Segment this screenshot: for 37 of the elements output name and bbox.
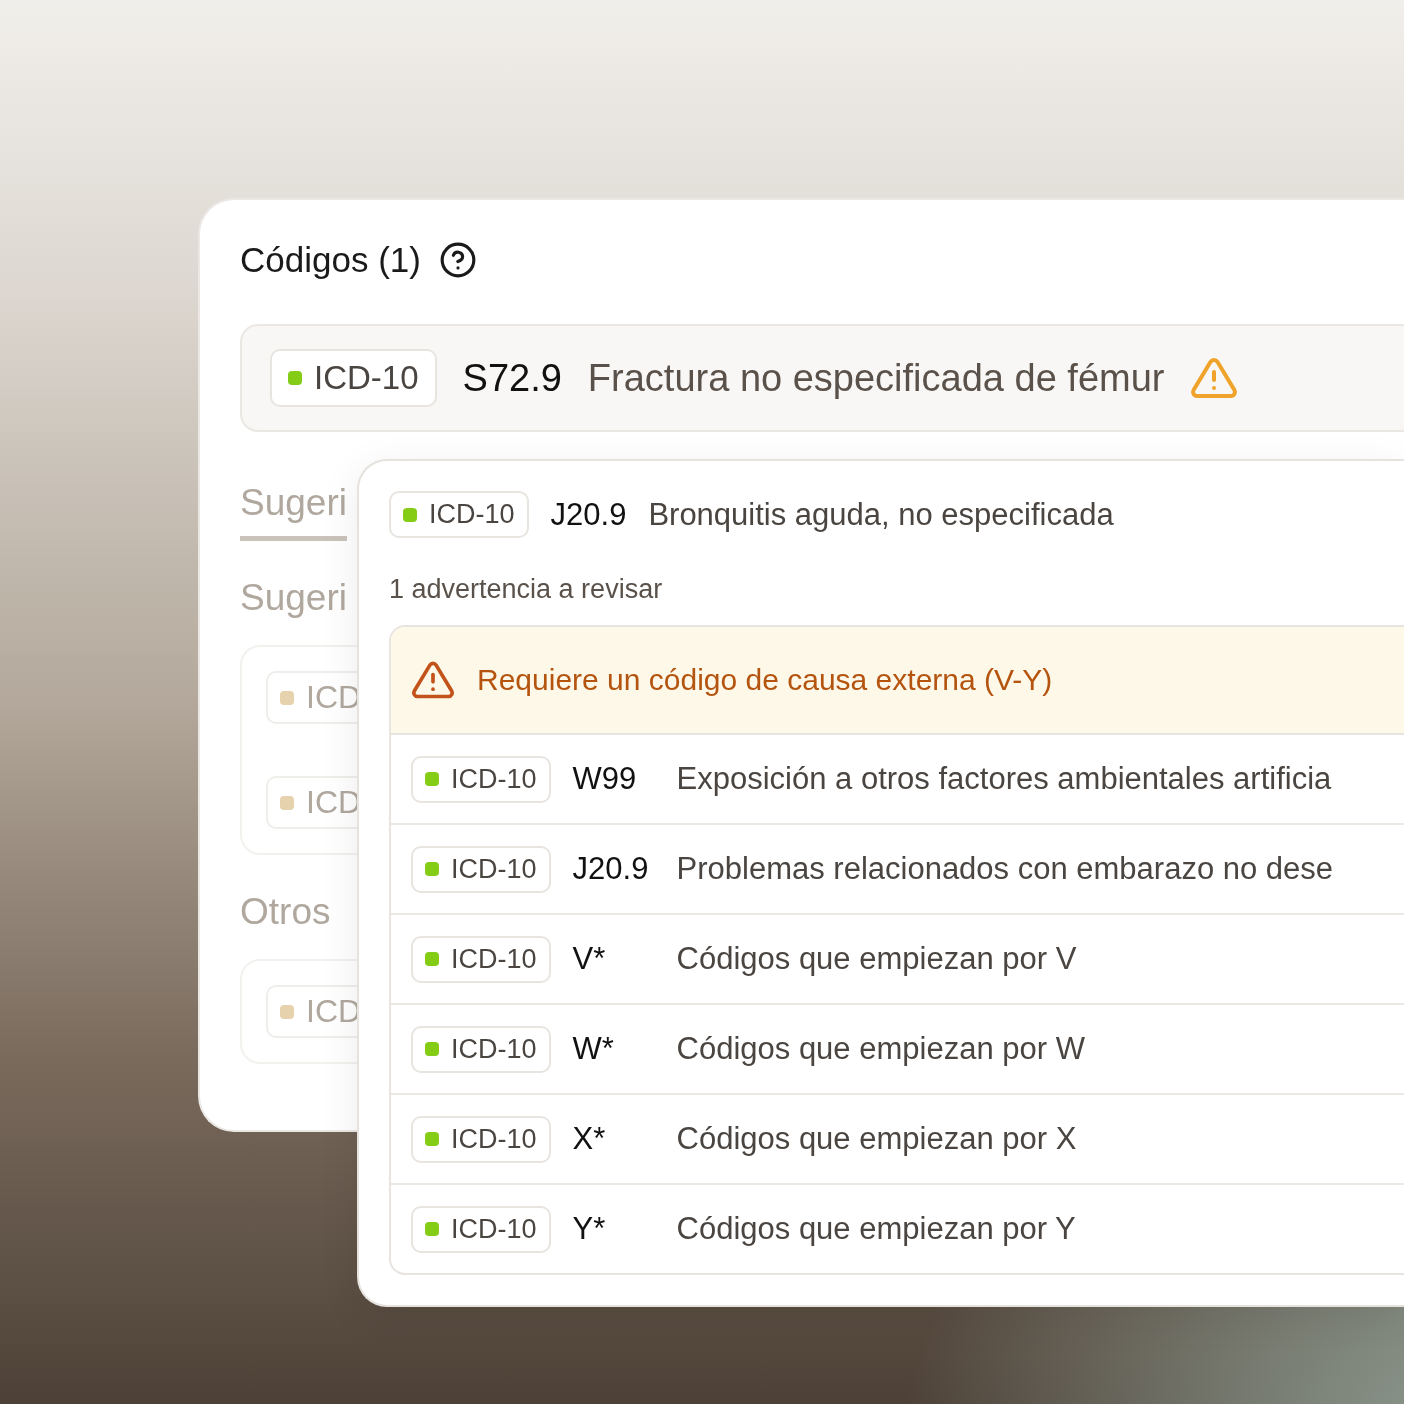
code-option[interactable]: ICD-10 W99 Exposición a otros factores ambientales artificia — [391, 735, 1404, 825]
code-option[interactable]: ICD-10 V* Códigos que empiezan por V — [391, 915, 1404, 1005]
code-value: Y* — [572, 1211, 607, 1247]
code-system-tag: ICD-10 — [389, 491, 529, 538]
code-value: V* — [572, 941, 607, 977]
code-description: Códigos que empiezan por V — [676, 941, 1077, 977]
code-system-tag: ICD-10 — [411, 1115, 551, 1163]
code-description: Bronquitis aguda, no especificada — [648, 496, 1114, 533]
code-description: Códigos que empiezan por Y — [676, 1211, 1076, 1247]
warnings-summary: 1 advertencia a revisar — [389, 574, 664, 605]
warning-message: Requiere un código de causa externa (V-Y) — [477, 663, 1053, 697]
code-value: W99 — [572, 761, 638, 797]
code-system-tag: ICD-10 — [411, 1025, 551, 1073]
code-system-tag: ICD-10 — [411, 1205, 551, 1253]
code-description: Problemas relacionados con embarazo no dese — [676, 851, 1334, 887]
code-option[interactable]: ICD-10 Y* Códigos que empiezan por Y — [391, 1185, 1404, 1273]
code-value: X* — [572, 1121, 607, 1157]
code-description: Exposición a otros factores ambientales artificia — [676, 761, 1332, 797]
code-description: Códigos que empiezan por X — [676, 1121, 1077, 1157]
code-system-tag: ICD-10 — [411, 755, 551, 803]
help-icon[interactable] — [438, 241, 477, 279]
code-description: Códigos que empiezan por W — [676, 1031, 1085, 1067]
code-system-tag: ICD-10 — [411, 935, 551, 983]
section-heading: Sugeri — [240, 577, 348, 619]
code-description: Fractura no especificada de fémur — [587, 356, 1165, 400]
section-heading: Otros — [240, 891, 332, 933]
code-value: S72.9 — [462, 356, 562, 400]
code-system-tag: ICD-10 — [411, 845, 551, 893]
panel-title: Códigos (1) — [240, 240, 421, 280]
code-value: J20.9 — [572, 851, 650, 887]
code-option[interactable]: ICD-10 W* Códigos que empiezan por W — [391, 1005, 1404, 1095]
code-value: J20.9 — [550, 496, 627, 533]
code-option[interactable]: ICD-10 X* Códigos que empiezan por X — [391, 1095, 1404, 1185]
code-value: W* — [572, 1031, 615, 1067]
primary-code-row[interactable]: ICD-10 S72.9 Fractura no especificada de fémur — [240, 324, 1404, 432]
code-system-tag: ICD-10 — [270, 349, 437, 407]
code-option[interactable]: ICD-10 J20.9 Problemas relacionados con embarazo no dese — [391, 825, 1404, 915]
